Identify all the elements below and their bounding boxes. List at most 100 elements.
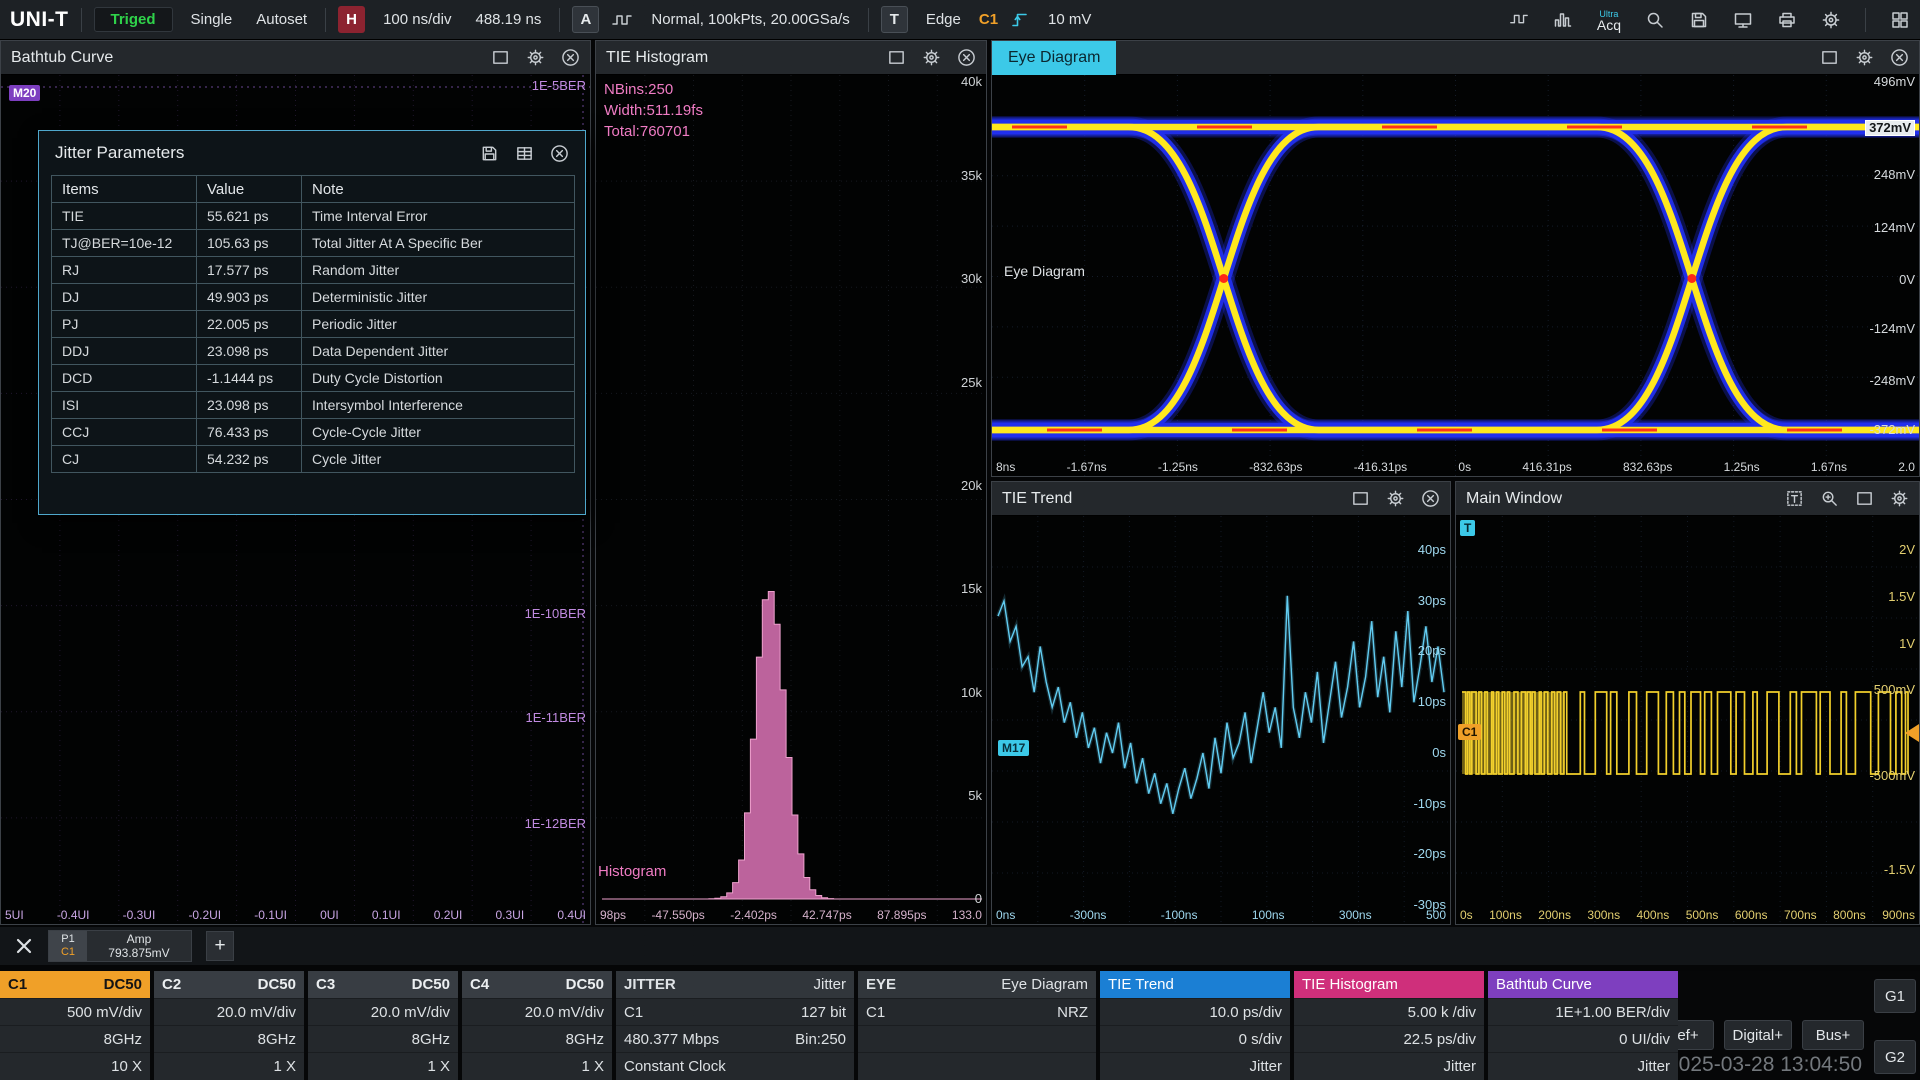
table-cell: DJ [52,284,197,311]
settings-gear-icon[interactable] [526,48,545,67]
brand-logo: UNI-T [10,8,69,32]
table-cell: Random Jitter [302,257,575,284]
channel-summary-c4[interactable]: C4DC5020.0 mV/div8GHz1 X [462,971,612,1080]
settings-gear-icon[interactable] [1386,489,1405,508]
table-row[interactable]: ISI23.098 psIntersymbol Interference [52,392,575,419]
histogram-plot[interactable]: NBins:250Width:511.19fsTotal:760701 Hist… [596,75,986,924]
dialog-titlebar[interactable]: Jitter Parameters [39,131,585,175]
close-button[interactable] [561,48,580,67]
timebase-value[interactable]: 100 ns/div [377,11,457,28]
print-icon[interactable] [1777,10,1797,30]
eye-diagram-plot[interactable]: Eye Diagram 496mV372mV248mV124mV0V-124mV… [992,75,1919,476]
table-row[interactable]: TIE55.621 psTime Interval Error [52,203,575,230]
acquisition-mode-button[interactable]: Ultra Acq [1597,9,1621,31]
window-layout-icon[interactable] [1890,10,1910,30]
bathtub-summary[interactable]: Bathtub Curve1E+1.00 BER/div0 UI/divJitt… [1488,971,1678,1080]
channel-name: C3 [316,976,335,993]
trigger-position-flag[interactable]: T [1460,520,1475,536]
table-row[interactable]: DDJ23.098 psData Dependent Jitter [52,338,575,365]
trend-titlebar[interactable]: TIE Trend [992,482,1450,516]
search-icon[interactable] [1645,10,1665,30]
maximize-button[interactable] [1351,489,1370,508]
tie-histogram-summary[interactable]: TIE Histogram5.00 k /div22.5 ps/divJitte… [1294,971,1484,1080]
bathtub-titlebar[interactable]: Bathtub Curve [1,41,590,75]
table-cell: DCD [52,365,197,392]
maximize-button[interactable] [1820,48,1839,67]
display-icon[interactable] [1733,10,1753,30]
table-cell: Intersymbol Interference [302,392,575,419]
maximize-button[interactable] [887,48,906,67]
settings-gear-icon[interactable] [922,48,941,67]
add-bus-button[interactable]: Bus+ [1802,1020,1864,1050]
eye-diagram-tab[interactable]: Eye Diagram [992,41,1116,75]
add-measurement-button[interactable]: + [206,931,234,961]
settings-gear-icon[interactable] [1855,48,1874,67]
group-button-g2[interactable]: G2 [1874,1040,1916,1074]
table-row[interactable]: RJ17.577 psRandom Jitter [52,257,575,284]
maximize-button[interactable] [1855,489,1874,508]
eye-titlebar[interactable]: Eye Diagram [992,41,1919,75]
summary-row: 480.377 MbpsBin:250 [616,1025,854,1052]
channel-summary-c1[interactable]: C1DC50500 mV/div8GHz10 X [0,971,150,1080]
close-button[interactable] [1421,489,1440,508]
close-button[interactable] [550,144,569,163]
jitter-parameters-dialog[interactable]: Jitter Parameters ItemsValueNote TIE55.6… [38,130,586,515]
settings-gear-icon[interactable] [1821,10,1841,30]
channel-setting: 20.0 mV/div [308,998,458,1025]
settings-gear-icon[interactable] [1890,489,1909,508]
save-icon[interactable] [480,144,499,163]
zoom-icon[interactable] [1820,489,1839,508]
trigger-slope-icon[interactable] [1010,10,1030,30]
summary-row: C1127 bit [616,998,854,1025]
table-cell: CJ [52,446,197,473]
table-column-header: Value [197,176,302,203]
table-row[interactable]: TJ@BER=10e-12105.63 psTotal Jitter At A … [52,230,575,257]
run-state-indicator[interactable]: Triged [94,7,173,32]
measure-tool-icon[interactable] [14,936,34,956]
table-cell: Deterministic Jitter [302,284,575,311]
table-row[interactable]: DCD-1.1444 psDuty Cycle Distortion [52,365,575,392]
channel-summary-c2[interactable]: C2DC5020.0 mV/div8GHz1 X [154,971,304,1080]
tie-trend-plot[interactable]: M17 40ps30ps20ps10ps0s-10ps-20ps-30ps 0n… [992,516,1450,924]
divider [1865,8,1866,32]
table-row[interactable]: CCJ76.433 psCycle-Cycle Jitter [52,419,575,446]
marker-badge-m20[interactable]: M20 [9,85,40,101]
histogram-titlebar[interactable]: TIE Histogram [596,41,986,75]
channel-summary-c3[interactable]: C3DC5020.0 mV/div8GHz1 X [308,971,458,1080]
autoset-button[interactable]: Autoset [250,11,313,28]
trigger-source[interactable]: C1 [979,11,998,28]
main-waveform-plot[interactable]: T C1 2V1.5V1V500mV-500mV-1.5V 0s100ns200… [1456,516,1919,924]
table-cell: -1.1444 ps [197,365,302,392]
digital-channels-icon[interactable] [1553,10,1573,30]
jitter-summary[interactable]: JITTERJitterC1127 bit480.377 MbpsBin:250… [616,971,854,1080]
maximize-button[interactable] [491,48,510,67]
tie-trend-summary[interactable]: TIE Trend10.0 ps/div0 s/divJitter [1100,971,1290,1080]
trigger-level-value[interactable]: 10 mV [1042,11,1097,28]
tie-trend-window: TIE Trend M17 40ps30ps20ps10ps0s-10ps-20… [991,481,1451,925]
main-titlebar[interactable]: Main Window [1456,482,1919,516]
channel-badge-c1[interactable]: C1 [1458,724,1481,740]
trigger-menu-button[interactable]: T [881,6,908,33]
table-row[interactable]: DJ49.903 psDeterministic Jitter [52,284,575,311]
measurement-p1[interactable]: P1 C1 Amp 793.875mV [48,930,192,962]
trigger-level-arrow[interactable] [1905,724,1919,742]
group-button-g1[interactable]: G1 [1874,979,1916,1013]
horizontal-menu-button[interactable]: H [338,6,365,33]
summary-row [858,1025,1096,1052]
marker-badge-m17[interactable]: M17 [998,740,1029,756]
trigger-type[interactable]: Edge [920,11,967,28]
waveform-tool-icon[interactable] [1509,10,1529,30]
add-digital-button[interactable]: Digital+ [1724,1020,1792,1050]
table-row[interactable]: CJ54.232 psCycle Jitter [52,446,575,473]
table-layout-icon[interactable] [515,144,534,163]
single-button[interactable]: Single [185,11,239,28]
close-button[interactable] [957,48,976,67]
eye-summary[interactable]: EYEEye DiagramC1NRZ [858,971,1096,1080]
table-row[interactable]: PJ22.005 psPeriodic Jitter [52,311,575,338]
acquire-menu-button[interactable]: A [572,6,599,33]
horizontal-offset-value[interactable]: 488.19 ns [469,11,547,28]
cursor-tool-icon[interactable] [1785,489,1804,508]
save-icon[interactable] [1689,10,1709,30]
close-button[interactable] [1890,48,1909,67]
measure-source: C1 [61,946,75,959]
